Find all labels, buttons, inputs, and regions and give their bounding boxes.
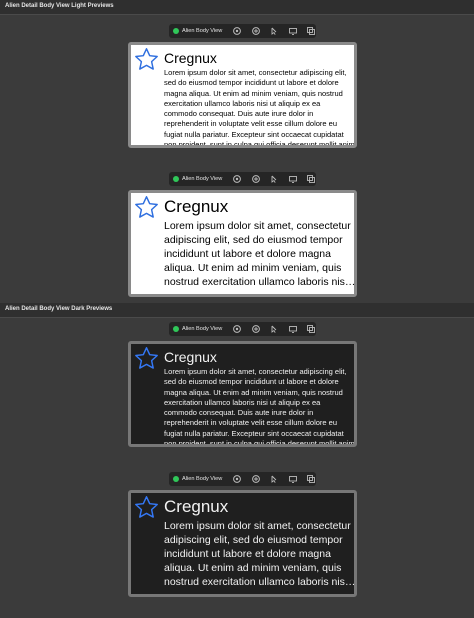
preview-dark-large: Cregnux Lorem ipsum dolor sit amet, cons…	[128, 490, 357, 597]
variants-icon[interactable]	[251, 324, 261, 334]
preview-dark-small: Cregnux Lorem ipsum dolor sit amet, cons…	[128, 341, 357, 447]
selectable-icon[interactable]	[269, 26, 279, 36]
device-settings-icon[interactable]	[288, 474, 298, 484]
section-title: Alien Detail Body View Light Previews	[5, 3, 114, 9]
live-preview-icon[interactable]	[232, 26, 242, 36]
section-header-dark: Alien Detail Body View Dark Previews	[0, 303, 474, 318]
duplicate-icon[interactable]	[306, 474, 316, 484]
star-icon	[135, 496, 158, 518]
alien-description: Lorem ipsum dolor sit amet, consectetur …	[164, 220, 351, 288]
duplicate-icon[interactable]	[306, 324, 316, 334]
selectable-icon[interactable]	[269, 324, 279, 334]
variants-icon[interactable]	[251, 26, 261, 36]
variants-icon[interactable]	[251, 474, 261, 484]
variants-icon[interactable]	[251, 174, 261, 184]
selectable-icon[interactable]	[269, 174, 279, 184]
device-settings-icon[interactable]	[288, 174, 298, 184]
preview-light-small: Cregnux Lorem ipsum dolor sit amet, cons…	[128, 42, 357, 148]
status-dot	[173, 28, 179, 34]
device-settings-icon[interactable]	[288, 26, 298, 36]
star-icon	[135, 48, 158, 70]
preview-toolbar: Alien Body View	[169, 472, 316, 486]
status-dot	[173, 326, 179, 332]
status-dot	[173, 176, 179, 182]
status-dot	[173, 476, 179, 482]
star-icon	[135, 196, 158, 218]
preview-light-large: Cregnux Lorem ipsum dolor sit amet, cons…	[128, 190, 357, 297]
live-preview-icon[interactable]	[232, 474, 242, 484]
alien-name: Cregnux	[164, 50, 217, 66]
alien-description: Lorem ipsum dolor sit amet, consectetur …	[164, 520, 351, 588]
alien-name: Cregnux	[164, 497, 229, 516]
live-preview-icon[interactable]	[232, 324, 242, 334]
duplicate-icon[interactable]	[306, 26, 316, 36]
live-preview-icon[interactable]	[232, 174, 242, 184]
section-header-light: Alien Detail Body View Light Previews	[0, 0, 474, 15]
duplicate-icon[interactable]	[306, 174, 316, 184]
section-title: Alien Detail Body View Dark Previews	[5, 306, 113, 312]
alien-description: Lorem ipsum dolor sit amet, consectetur …	[164, 367, 355, 447]
preview-label: Alien Body View	[182, 476, 223, 482]
selectable-icon[interactable]	[269, 474, 279, 484]
alien-name: Cregnux	[164, 197, 229, 216]
star-icon	[135, 347, 158, 369]
preview-toolbar: Alien Body View	[169, 322, 316, 336]
preview-label: Alien Body View	[182, 176, 223, 182]
alien-description: Lorem ipsum dolor sit amet, consectetur …	[164, 68, 355, 148]
preview-label: Alien Body View	[182, 28, 223, 34]
preview-toolbar: Alien Body View	[169, 24, 316, 38]
device-settings-icon[interactable]	[288, 324, 298, 334]
alien-name: Cregnux	[164, 349, 217, 365]
preview-toolbar: Alien Body View	[169, 172, 316, 186]
preview-label: Alien Body View	[182, 326, 223, 332]
